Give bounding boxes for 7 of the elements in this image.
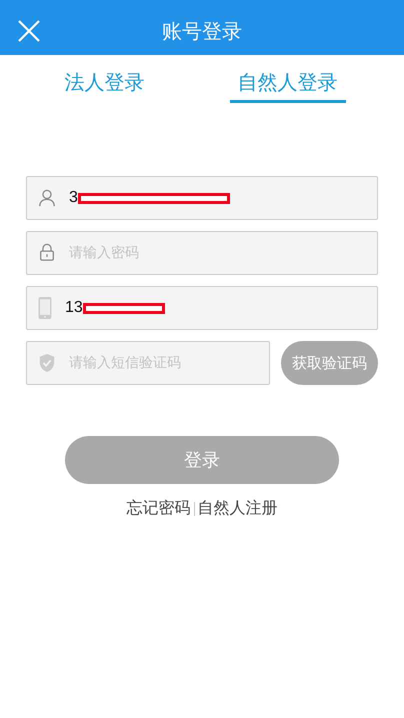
link[interactable]: 自然人注册	[194, 498, 280, 519]
input-field[interactable]: 3	[26, 176, 378, 220]
field-value: 13	[65, 299, 83, 317]
field-value: 3	[69, 189, 78, 207]
window-title: 账号登录	[162, 18, 242, 45]
link[interactable]: 忘记密码	[124, 498, 194, 519]
input-field[interactable]: 13	[26, 286, 378, 330]
